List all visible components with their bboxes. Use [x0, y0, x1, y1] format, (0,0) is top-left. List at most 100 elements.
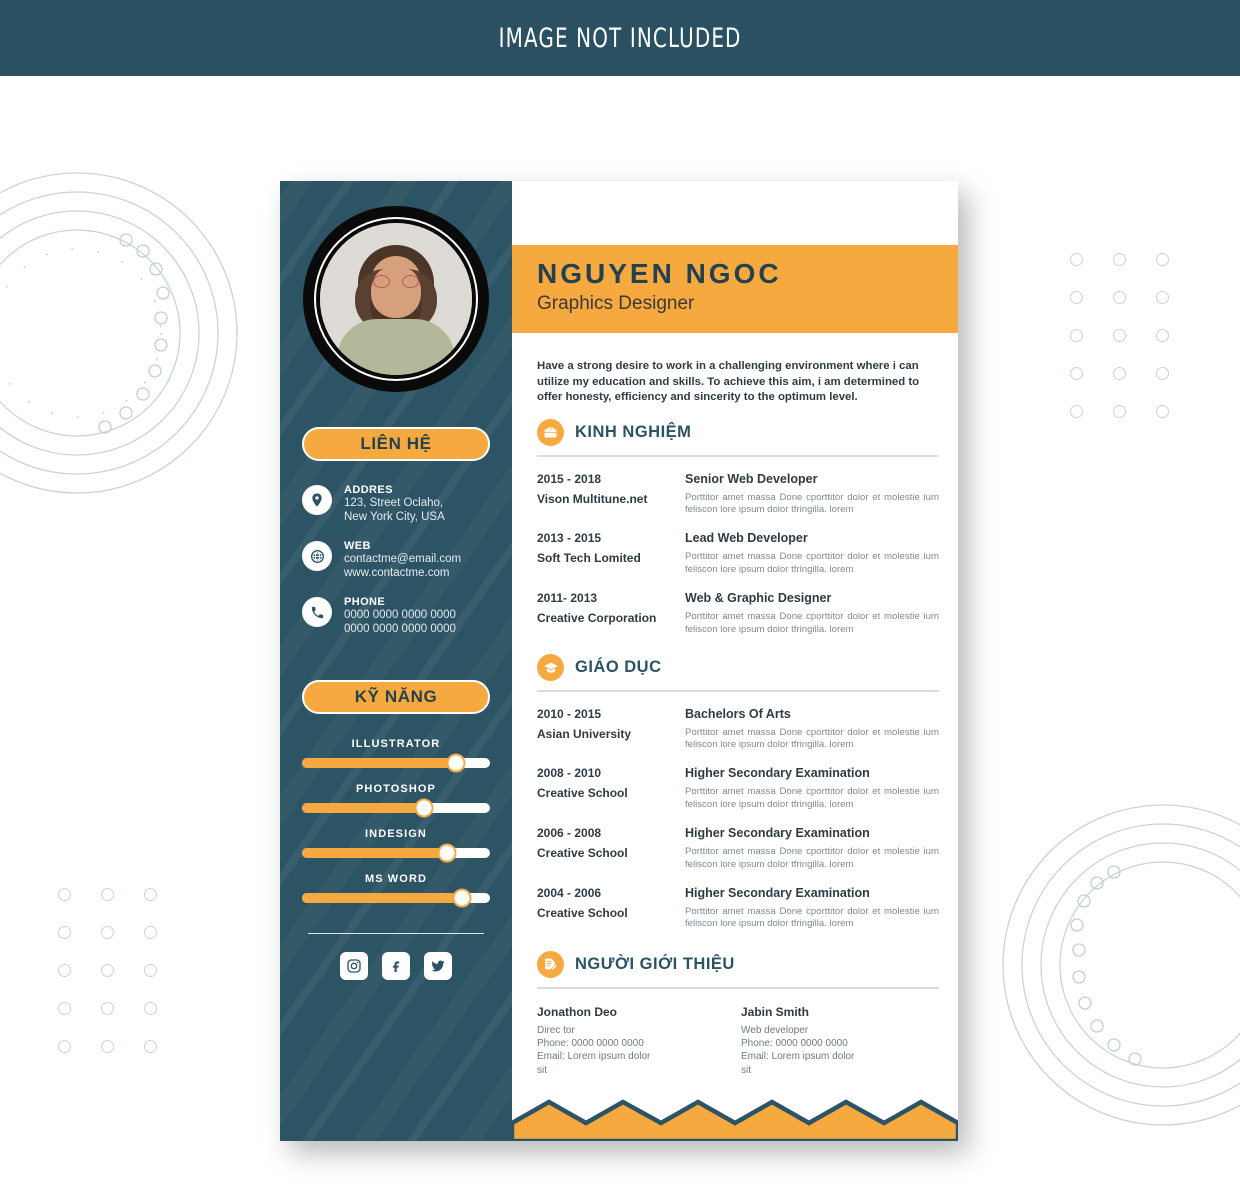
document-edit-icon — [537, 951, 564, 978]
experience-entry: 2013 - 2015 Soft Tech Lomited Lead Web D… — [537, 530, 939, 576]
contact-line: 123, Street Oclaho, — [344, 497, 444, 509]
contact-line: contactme@email.com — [344, 553, 462, 565]
contact-label: WEB — [344, 540, 371, 552]
education-entry: 2010 - 2015 Asian University Bachelors O… — [537, 706, 939, 752]
skill-slider-fill — [302, 893, 462, 903]
sidebar-divider — [308, 933, 484, 934]
decorative-arcs-left — [0, 172, 238, 494]
skill-slider[interactable] — [302, 843, 490, 863]
contact-line: www.contactme.com — [344, 567, 450, 579]
skill-slider-fill — [302, 758, 457, 768]
entry-role: Senior Web Developer — [685, 471, 818, 486]
entry-organization: Creative School — [537, 905, 628, 920]
reference-role: Web developer — [741, 1024, 809, 1036]
reference-name: Jabin Smith — [741, 1004, 810, 1019]
resume-main: NGUYEN NGOC Graphics Designer Have a str… — [512, 181, 958, 1141]
skill-slider-fill — [302, 803, 425, 813]
reference-person: Jabin Smith Web developer Phone: 0000 00… — [741, 1005, 921, 1078]
name-band: NGUYEN NGOC Graphics Designer — [512, 245, 958, 333]
reference-email-cont: sit — [741, 1064, 751, 1076]
section-divider — [537, 987, 939, 989]
resume-sidebar: LIÊN HỆ ADDRES 123, Street Oclaho, New Y… — [280, 181, 512, 1141]
entry-organization: Creative School — [537, 786, 628, 801]
zigzag-footer — [512, 1099, 958, 1141]
skill-slider-thumb[interactable] — [452, 888, 472, 908]
skill-ms-word: MS WORD — [302, 873, 490, 908]
profile-summary: Have a strong desire to work in a challe… — [537, 360, 920, 403]
twitter-icon[interactable] — [424, 952, 452, 980]
facebook-icon[interactable] — [382, 952, 410, 980]
section-title: GIÁO DỤC — [575, 658, 662, 676]
contact-label: PHONE — [344, 596, 386, 608]
social-links — [302, 952, 490, 980]
skill-slider-thumb[interactable] — [437, 843, 457, 863]
skill-slider[interactable] — [302, 798, 490, 818]
instagram-icon[interactable] — [340, 952, 368, 980]
globe-icon — [302, 541, 332, 571]
contact-line: 0000 0000 0000 0000 — [344, 623, 456, 635]
entry-years: 2013 - 2015 — [537, 531, 602, 546]
entry-description: Porttitor amet massa Done cporttitor dol… — [685, 786, 939, 810]
entry-description: Porttitor amet massa Done cporttitor dol… — [685, 905, 939, 930]
entry-organization: Creative School — [537, 846, 628, 861]
graduation-cap-icon — [537, 654, 564, 681]
entry-years: 2006 - 2008 — [537, 826, 602, 841]
reference-role: Direc tor — [537, 1024, 575, 1036]
contact-item-phone: PHONE 0000 0000 0000 0000 0000 0000 0000… — [302, 595, 490, 636]
contact-line: New York City, USA — [344, 511, 445, 523]
entry-years: 2010 - 2015 — [537, 706, 602, 721]
entry-years: 2004 - 2006 — [537, 885, 602, 900]
location-pin-icon — [302, 485, 332, 515]
skill-slider[interactable] — [302, 888, 490, 908]
avatar-ring — [314, 217, 478, 381]
entry-description: Porttitor amet massa Done cporttitor dol… — [685, 726, 939, 750]
skill-illustrator: ILLUSTRATOR — [302, 738, 490, 773]
entry-role: Higher Secondary Examination — [685, 826, 870, 841]
section-divider — [537, 690, 939, 692]
decorative-circle-grid-bottom-left — [58, 888, 187, 1078]
entry-organization: Creative Corporation — [537, 611, 657, 626]
contact-line: 0000 0000 0000 0000 — [344, 609, 456, 621]
skills-heading: KỸ NĂNG — [302, 680, 490, 714]
phone-icon — [302, 597, 332, 627]
skill-photoshop: PHOTOSHOP — [302, 783, 490, 818]
skill-slider[interactable] — [302, 753, 490, 773]
skill-slider-thumb[interactable] — [446, 753, 466, 773]
decorative-arcs-right — [1002, 804, 1240, 1126]
reference-name: Jonathon Deo — [537, 1004, 617, 1019]
skill-slider-fill — [302, 848, 447, 858]
entry-role: Web & Graphic Designer — [685, 591, 832, 606]
contact-label: ADDRES — [344, 484, 393, 496]
resume-card: LIÊN HỆ ADDRES 123, Street Oclaho, New Y… — [280, 181, 958, 1141]
image-not-included-banner: IMAGE NOT INCLUDED — [0, 0, 1240, 76]
skill-label: MS WORD — [364, 873, 428, 885]
entry-years: 2011- 2013 — [537, 591, 598, 606]
avatar-photo — [320, 223, 472, 375]
entry-role: Higher Secondary Examination — [685, 885, 870, 900]
contact-item-web: WEB contactme@email.com www.contactme.co… — [302, 539, 490, 580]
avatar — [303, 206, 489, 392]
reference-person: Jonathon Deo Direc tor Phone: 0000 0000 … — [537, 1005, 717, 1078]
entry-role: Higher Secondary Examination — [685, 766, 870, 781]
entry-description: Porttitor amet massa Done cporttitor dol… — [685, 551, 939, 575]
job-title: Graphics Designer — [537, 293, 695, 314]
reference-phone: Phone: 0000 0000 0000 — [741, 1037, 848, 1049]
entry-organization: Asian University — [537, 726, 632, 741]
reference-phone: Phone: 0000 0000 0000 — [537, 1037, 644, 1049]
page-root: IMAGE NOT INCLUDED LIÊN HỆ ADDRES 123, S… — [0, 0, 1240, 1200]
banner-text: IMAGE NOT INCLUDED — [498, 22, 742, 54]
experience-entry: 2015 - 2018 Vison Multitune.net Senior W… — [537, 471, 939, 517]
entry-role: Lead Web Developer — [685, 531, 808, 546]
contact-item-address: ADDRES 123, Street Oclaho, New York City… — [302, 483, 490, 524]
reference-email: Email: Lorem ipsum dolor — [741, 1051, 855, 1063]
experience-entry: 2011- 2013 Creative Corporation Web & Gr… — [537, 590, 939, 636]
skill-label: PHOTOSHOP — [356, 783, 436, 795]
briefcase-icon — [537, 419, 564, 446]
entry-years: 2008 - 2010 — [537, 766, 602, 781]
skill-slider-thumb[interactable] — [414, 798, 434, 818]
reference-email-cont: sit — [537, 1064, 547, 1076]
skill-indesign: INDESIGN — [302, 828, 490, 863]
entry-description: Porttitor amet massa Done cporttitor dol… — [685, 611, 939, 635]
entry-organization: Vison Multitune.net — [537, 491, 648, 506]
entry-description: Porttitor amet massa Done cporttitor dol… — [685, 491, 939, 515]
